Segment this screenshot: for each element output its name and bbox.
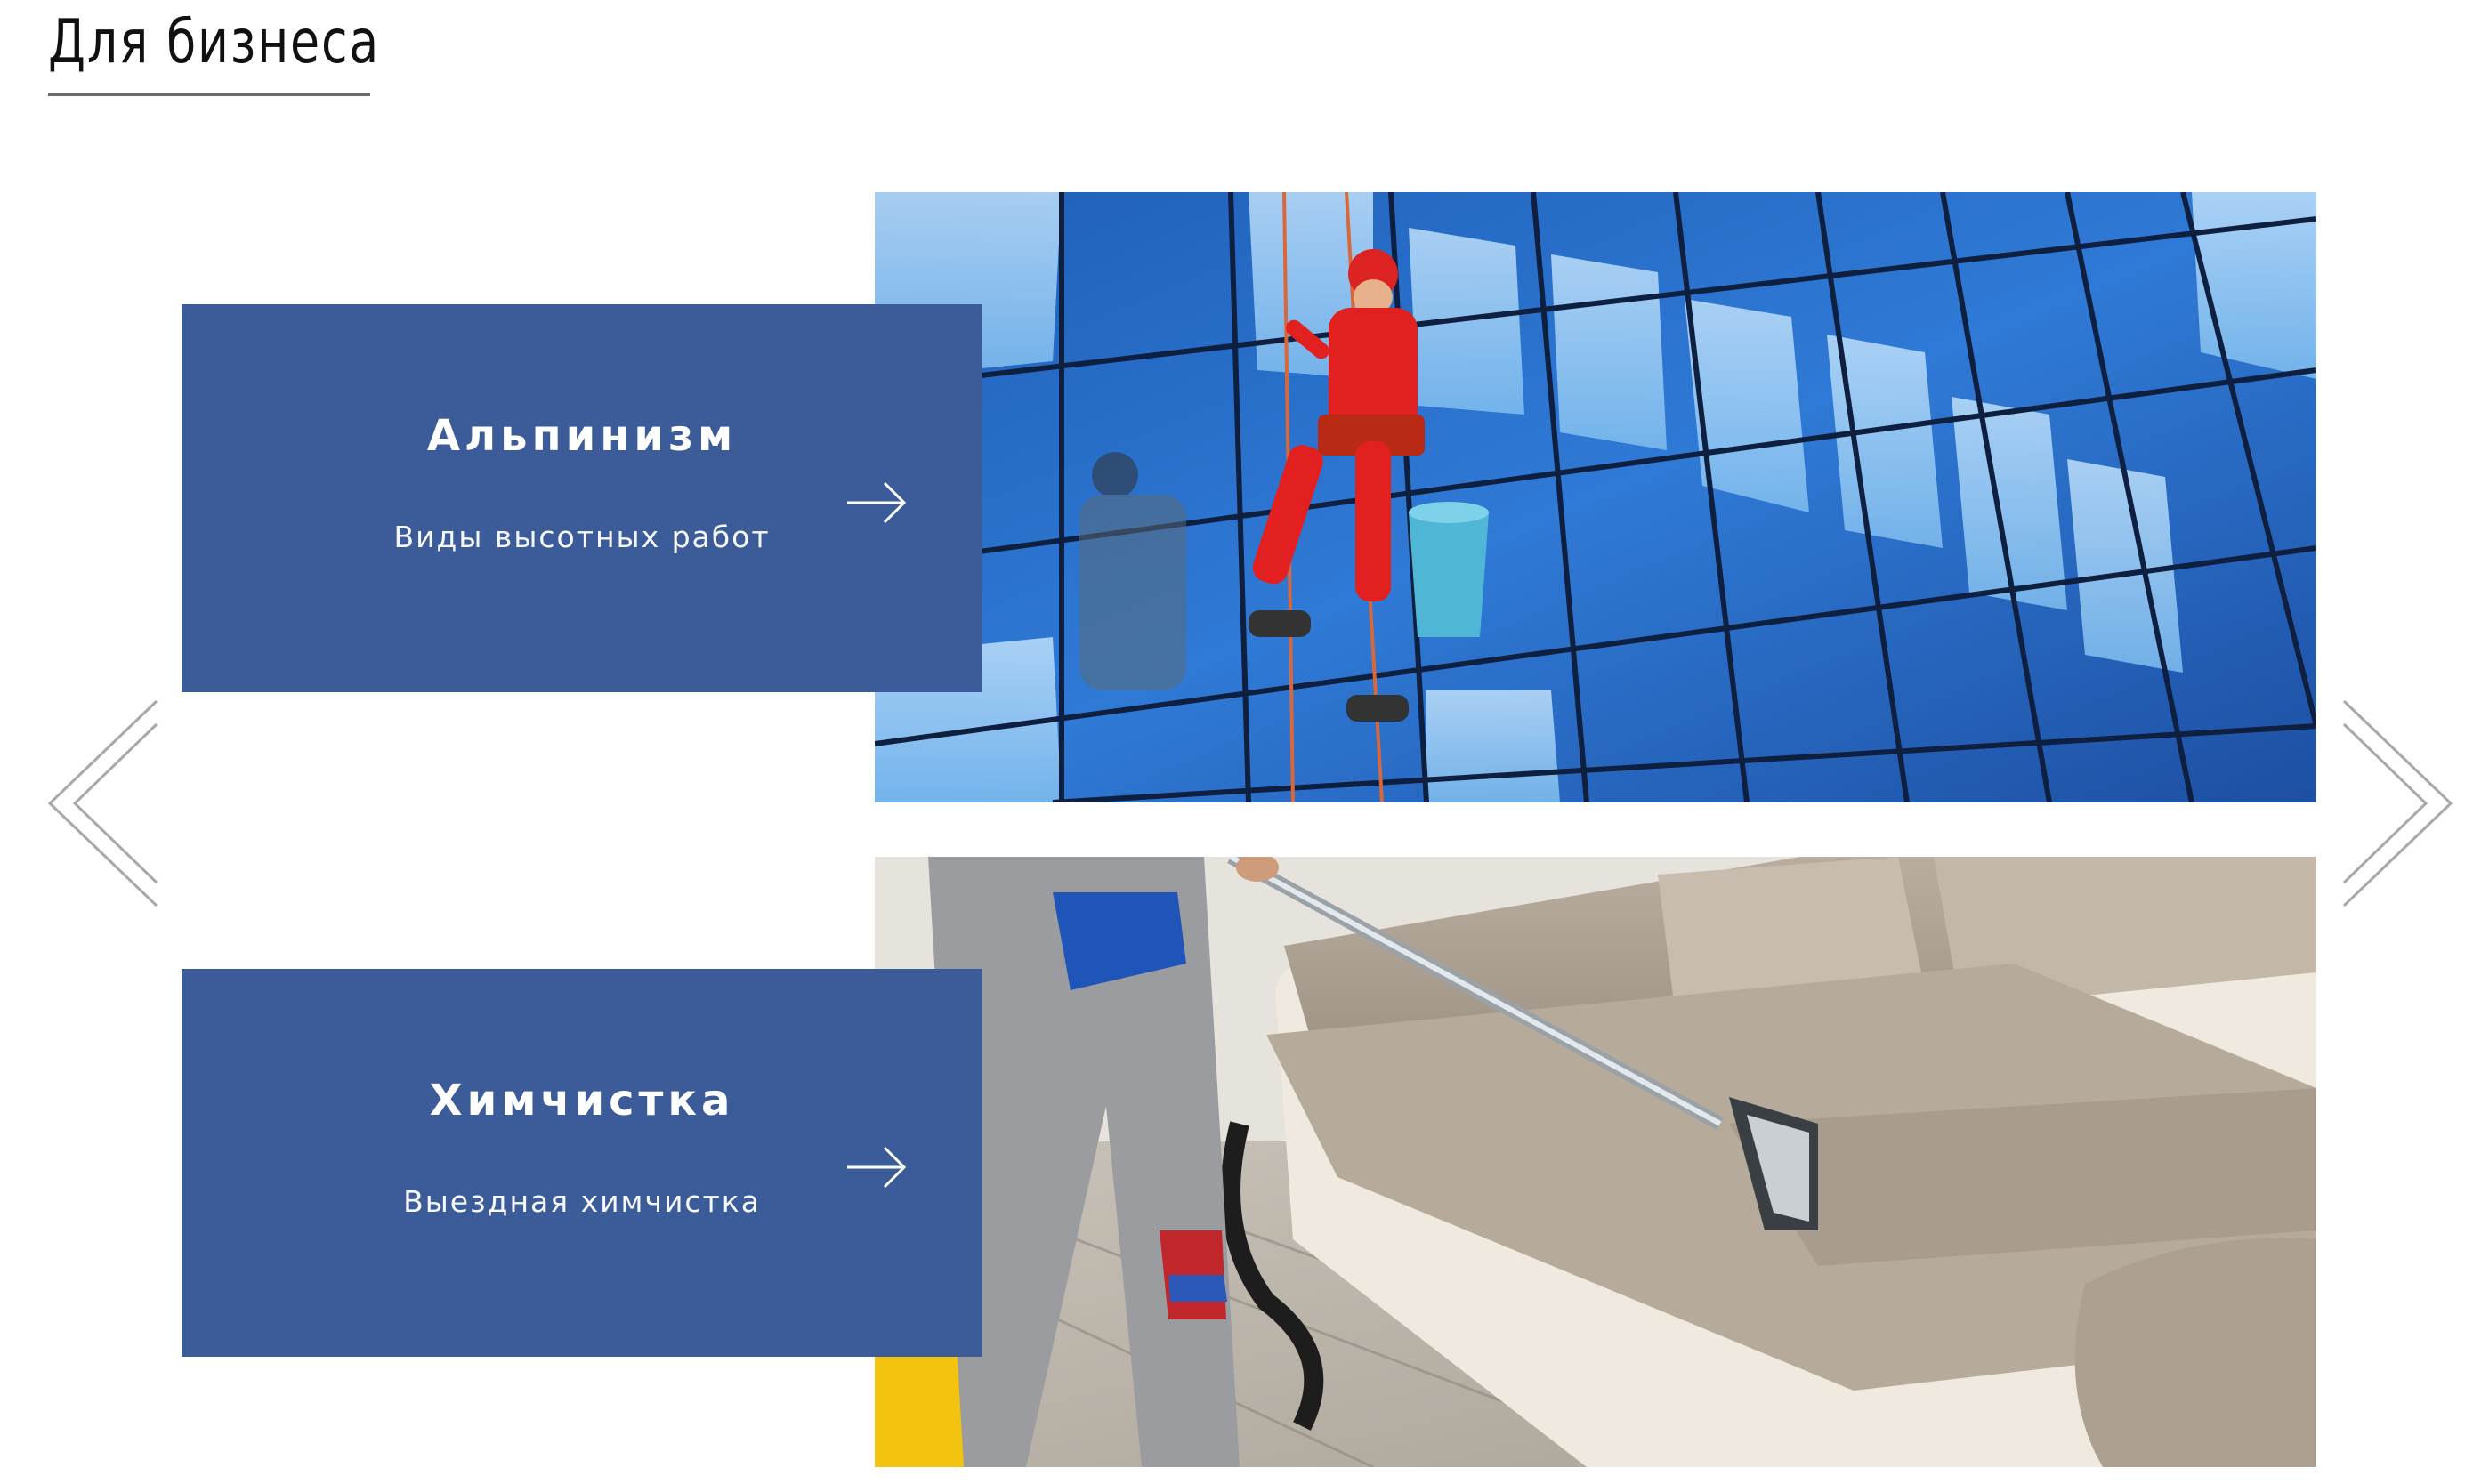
card-image-alpinism[interactable]: [875, 192, 2316, 802]
carousel-next-button[interactable]: [2340, 698, 2456, 909]
section-title: Для бизнеса: [48, 7, 381, 77]
chevron-left-icon: [47, 699, 158, 907]
chevron-right-icon: [2342, 699, 2453, 907]
card-title: Химчистка: [429, 1076, 735, 1125]
card-panel-dry-cleaning[interactable]: Химчистка Выездная химчистка: [182, 969, 982, 1357]
card-image-dry-cleaning[interactable]: [875, 857, 2316, 1467]
card-panel-alpinism[interactable]: Альпинизм Виды высотных работ: [182, 304, 982, 692]
arrow-right-icon[interactable]: [845, 472, 908, 534]
card-title: Альпинизм: [426, 411, 738, 461]
carousel-prev-button[interactable]: [44, 698, 160, 909]
arrow-right-icon[interactable]: [845, 1136, 908, 1198]
title-underline: [48, 93, 370, 96]
